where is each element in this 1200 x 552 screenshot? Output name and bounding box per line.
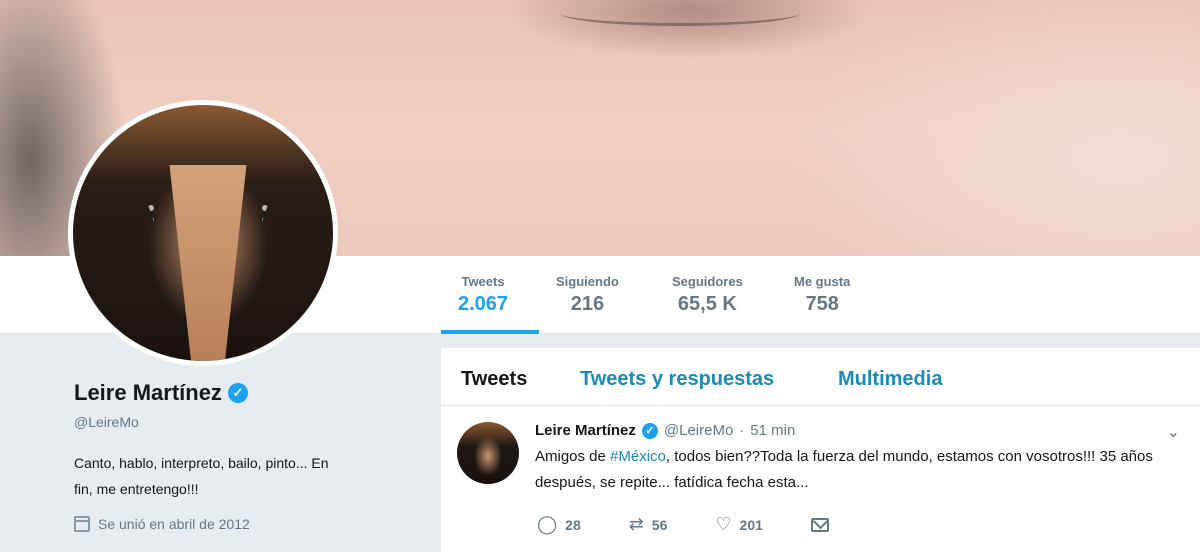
retweet-count: 56 — [651, 516, 668, 533]
timeline: Tweets Tweets y respuestas Multimedia Le… — [441, 348, 1200, 552]
retweet-icon: ⇄ — [628, 514, 644, 534]
joined-text: Se unió en abril de 2012 — [98, 516, 250, 532]
profile-bio: Canto, hablo, interpreto, bailo, pinto..… — [74, 450, 414, 502]
profile-joined: Se unió en abril de 2012 — [74, 516, 414, 532]
tweet-hashtag[interactable]: #México — [610, 448, 666, 465]
tweet[interactable]: Leire Martínez ✓ @LeireMo · 51 min ⌄ Ami… — [441, 406, 1200, 552]
tab-media[interactable]: Multimedia — [838, 368, 942, 391]
reply-button[interactable]: ◯ 28 — [537, 514, 581, 535]
tweet-author-handle[interactable]: @LeireMo — [664, 422, 733, 439]
stat-likes-label: Me gusta — [794, 274, 851, 289]
verified-icon: ✓ — [227, 383, 248, 403]
profile-card: Leire Martínez ✓ @LeireMo Canto, hablo, … — [74, 380, 414, 532]
stat-tweets-label: Tweets — [461, 274, 505, 289]
profile-name-row: Leire Martínez ✓ — [74, 380, 414, 406]
tweet-timestamp[interactable]: 51 min — [750, 422, 795, 439]
timeline-tabs: Tweets Tweets y respuestas Multimedia — [441, 348, 1200, 406]
tweet-text: Amigos de #México, todos bien??Toda la f… — [535, 444, 1155, 496]
like-button[interactable]: ♡ 201 — [715, 514, 763, 535]
message-button[interactable] — [810, 517, 829, 532]
reply-icon: ◯ — [537, 514, 558, 534]
stat-followers[interactable]: Seguidores 65,5 K — [672, 274, 743, 316]
profile-handle[interactable]: @LeireMo — [74, 414, 414, 430]
like-count: 201 — [739, 516, 763, 533]
mail-icon — [810, 517, 829, 532]
profile-name[interactable]: Leire Martínez — [74, 380, 222, 406]
reply-count: 28 — [565, 516, 581, 533]
banner-photo-detail — [560, 0, 800, 26]
tweet-avatar[interactable] — [457, 422, 519, 484]
tweet-author-name[interactable]: Leire Martínez — [535, 422, 636, 439]
stat-followers-value: 65,5 K — [677, 293, 737, 315]
tab-tweets-and-replies[interactable]: Tweets y respuestas — [580, 368, 774, 391]
tweet-header: Leire Martínez ✓ @LeireMo · 51 min — [535, 422, 795, 439]
stat-followers-label: Seguidores — [672, 274, 743, 289]
tab-tweets[interactable]: Tweets — [461, 368, 527, 391]
chevron-down-icon[interactable]: ⌄ — [1167, 422, 1180, 442]
calendar-icon — [74, 516, 90, 532]
retweet-button[interactable]: ⇄ 56 — [629, 514, 668, 535]
bio-line-2: fin, me entretengo!!! — [74, 481, 199, 497]
bio-line-1: Canto, hablo, interpreto, bailo, pinto..… — [74, 455, 329, 471]
profile-avatar[interactable] — [68, 100, 338, 366]
tweet-actions: ◯ 28 ⇄ 56 ♡ 201 — [537, 514, 877, 535]
tweet-verified-icon: ✓ — [641, 422, 658, 439]
stat-likes[interactable]: Me gusta 758 — [794, 274, 850, 316]
stat-following[interactable]: Siguiendo 216 — [556, 274, 619, 316]
stat-likes-value: 758 — [805, 293, 839, 315]
stat-following-value: 216 — [570, 293, 605, 315]
stat-tweets-value: 2.067 — [458, 293, 509, 315]
tweet-separator: · — [739, 422, 745, 439]
active-stat-underline — [441, 330, 539, 334]
tweet-text-start: Amigos de — [535, 448, 611, 465]
avatar-photo-necklace — [148, 205, 268, 355]
stat-following-label: Siguiendo — [556, 274, 619, 289]
like-icon: ♡ — [715, 514, 732, 534]
stat-tweets[interactable]: Tweets 2.067 — [458, 274, 508, 316]
